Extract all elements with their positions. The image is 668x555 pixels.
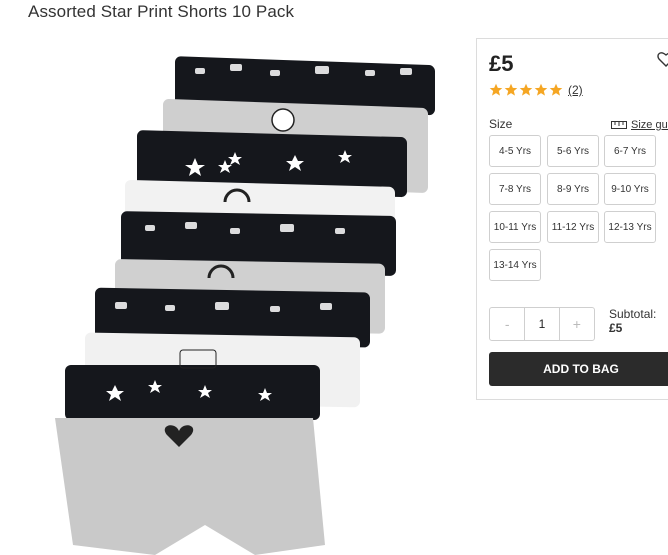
price: £5 <box>489 51 514 76</box>
star-icon <box>549 83 563 96</box>
size-guide-link[interactable]: Size guide <box>611 119 668 131</box>
size-option[interactable]: 5-6 Yrs <box>547 135 599 167</box>
quantity-increase-button[interactable]: + <box>560 308 594 340</box>
quantity-decrease-button[interactable]: - <box>490 308 524 340</box>
add-to-bag-button[interactable]: ADD TO BAG <box>489 352 668 386</box>
size-option[interactable]: 6-7 Yrs <box>604 135 656 167</box>
size-option[interactable]: 8-9 Yrs <box>547 173 599 205</box>
size-option[interactable]: 10-11 Yrs <box>489 211 541 243</box>
size-option[interactable]: 4-5 Yrs <box>489 135 541 167</box>
size-label: Size <box>489 117 513 131</box>
size-option[interactable]: 13-14 Yrs <box>489 249 541 281</box>
size-option[interactable]: 9-10 Yrs <box>604 173 656 205</box>
subtotal-value: £5 <box>609 321 623 335</box>
star-icon <box>534 83 548 96</box>
review-count-link[interactable]: (2) <box>568 83 583 97</box>
rating-stars[interactable]: (2) <box>489 83 583 97</box>
product-title: Assorted Star Print Shorts 10 Pack <box>28 2 295 21</box>
size-option[interactable]: 11-12 Yrs <box>547 211 599 243</box>
shorts-stack <box>55 56 435 555</box>
heart-icon[interactable] <box>657 51 668 72</box>
subtotal-label: Subtotal: <box>609 307 657 321</box>
star-icon <box>489 83 503 96</box>
size-guide-label: Size guide <box>631 119 668 131</box>
subtotal: Subtotal: £5 <box>609 307 656 335</box>
purchase-panel: £5 (2) Size Size guide 4-5 Yrs 5-6 Yrs 6… <box>476 38 668 400</box>
product-image[interactable] <box>55 40 455 555</box>
size-option[interactable]: 7-8 Yrs <box>489 173 541 205</box>
quantity-stepper: - 1 + <box>489 307 595 341</box>
star-icon <box>519 83 533 96</box>
quantity-input[interactable]: 1 <box>524 308 560 340</box>
ruler-icon <box>611 121 627 129</box>
star-icon <box>504 83 518 96</box>
size-option[interactable]: 12-13 Yrs <box>604 211 656 243</box>
